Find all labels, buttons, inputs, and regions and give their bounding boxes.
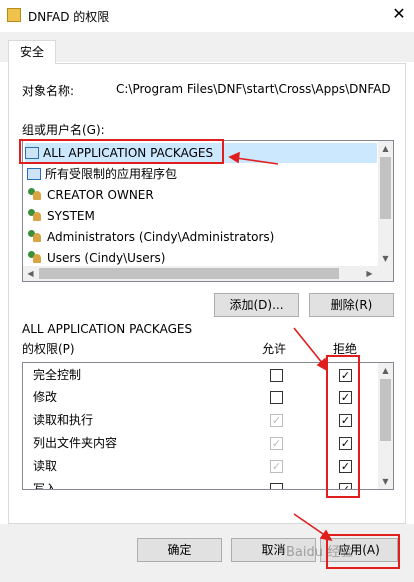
annotation-arrows (228, 151, 333, 542)
